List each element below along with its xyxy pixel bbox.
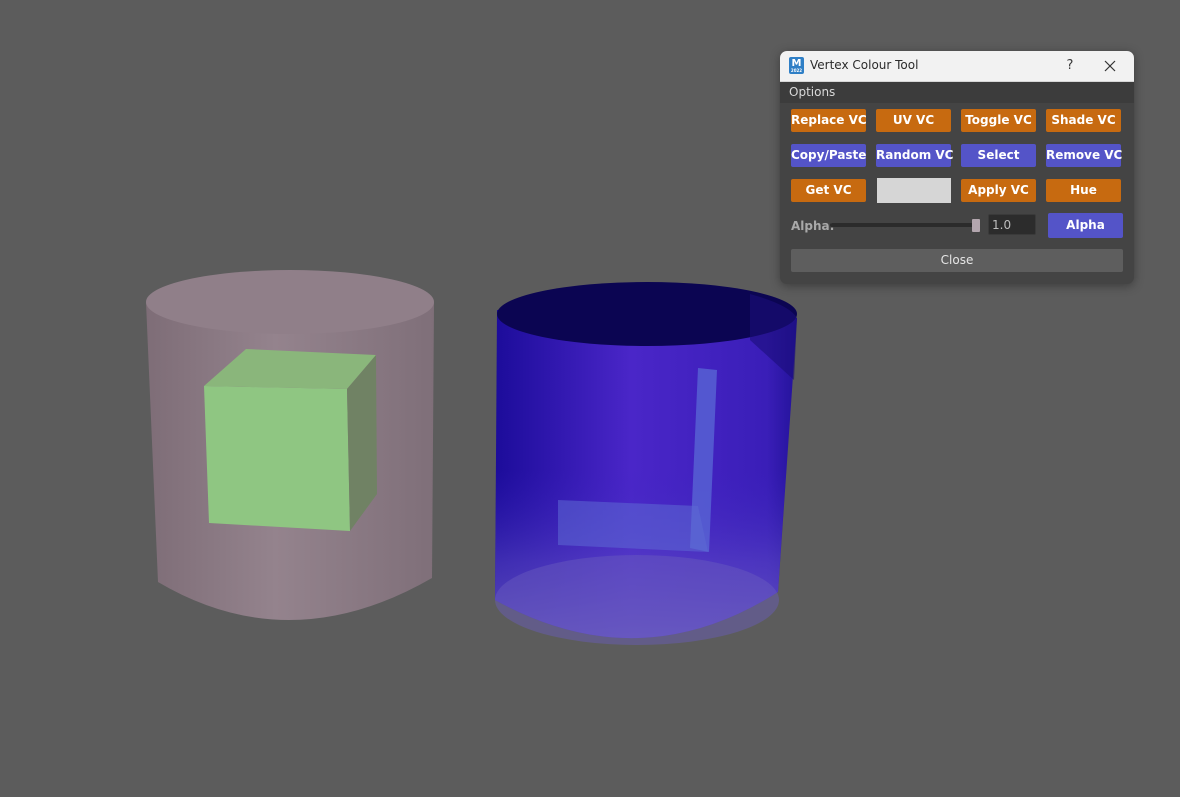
cube-front-face: [204, 386, 350, 531]
app-icon-version: 2022: [790, 68, 803, 73]
colour-swatch[interactable]: [877, 178, 951, 203]
help-button[interactable]: ?: [1060, 56, 1080, 76]
apply-vc-button[interactable]: Apply VC: [961, 179, 1036, 202]
toggle-vc-button[interactable]: Toggle VC: [961, 109, 1036, 132]
window-title: Vertex Colour Tool: [810, 58, 919, 72]
left-cylinder-top: [146, 270, 434, 334]
close-icon: [1104, 60, 1116, 72]
options-menu[interactable]: Options: [789, 85, 835, 99]
maya-app-icon: M 2022: [789, 57, 804, 74]
random-vc-button[interactable]: Random VC: [876, 144, 954, 167]
hue-button[interactable]: Hue: [1046, 179, 1121, 202]
get-vc-button[interactable]: Get VC: [791, 179, 866, 202]
alpha-value-field[interactable]: [988, 214, 1036, 235]
uv-vc-button[interactable]: UV VC: [876, 109, 951, 132]
right-cylinder-bottom-rim: [495, 555, 779, 645]
replace-vc-button[interactable]: Replace VC: [791, 109, 867, 132]
alpha-slider-handle[interactable]: [972, 219, 980, 232]
alpha-button[interactable]: Alpha: [1048, 213, 1123, 238]
inner-cube-bottom: [558, 500, 708, 552]
right-cylinder[interactable]: [495, 282, 797, 645]
window-close-button[interactable]: [1100, 56, 1120, 76]
shade-vc-button[interactable]: Shade VC: [1046, 109, 1121, 132]
close-button[interactable]: Close: [791, 249, 1123, 272]
vertex-colour-tool-window: M 2022 Vertex Colour Tool ? Options Repl…: [780, 51, 1134, 284]
green-cube[interactable]: [204, 349, 377, 531]
copy-paste-button[interactable]: Copy/Paste: [791, 144, 866, 167]
select-button[interactable]: Select: [961, 144, 1036, 167]
menu-bar: Options: [780, 82, 1134, 103]
alpha-label: Alpha:: [791, 219, 835, 233]
remove-vc-button[interactable]: Remove VC: [1046, 144, 1122, 167]
title-bar[interactable]: M 2022 Vertex Colour Tool ?: [780, 51, 1134, 82]
alpha-slider[interactable]: [830, 223, 980, 227]
